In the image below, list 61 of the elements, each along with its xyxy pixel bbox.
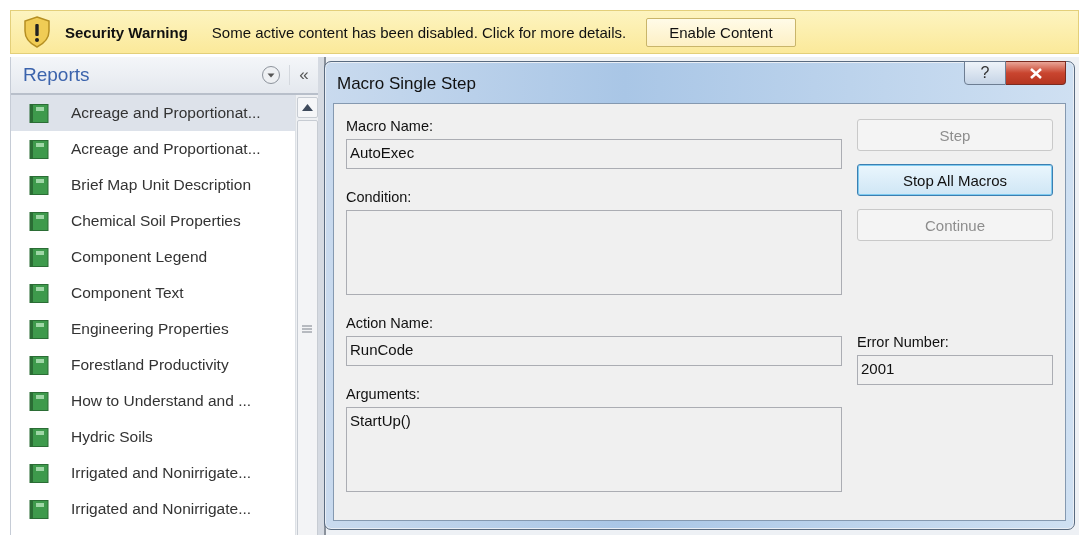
- dialog-button[interactable]: Stop All Macros: [857, 164, 1053, 196]
- scroll-up-button[interactable]: [296, 97, 318, 118]
- field-label: Arguments:: [346, 386, 422, 402]
- report-icon: [29, 463, 49, 483]
- close-button[interactable]: [1006, 61, 1066, 85]
- report-icon: [29, 391, 49, 411]
- report-icon: [29, 355, 49, 375]
- input-field[interactable]: 2001: [857, 355, 1053, 385]
- warning-shield-icon: [23, 16, 51, 48]
- report-label: Engineering Properties: [71, 320, 229, 338]
- close-icon: [1028, 67, 1043, 79]
- report-icon: [29, 499, 49, 519]
- report-item[interactable]: Forestland Productivity: [11, 347, 295, 383]
- report-icon: [29, 175, 49, 195]
- dropdown-icon[interactable]: [261, 65, 281, 85]
- report-icon: [29, 283, 49, 303]
- report-item[interactable]: Engineering Properties: [11, 311, 295, 347]
- input-field[interactable]: RunCode: [346, 336, 842, 366]
- enable-content-button[interactable]: Enable Content: [646, 17, 796, 47]
- report-item[interactable]: Hydric Soils: [11, 419, 295, 455]
- field-label: Condition:: [346, 189, 413, 205]
- up-arrow-icon: [301, 104, 313, 111]
- report-label: How to Understand and ...: [71, 392, 252, 410]
- pane-title: Reports: [23, 64, 91, 86]
- field-label: Error Number:: [857, 334, 950, 350]
- report-item[interactable]: Acreage and Proportionat...: [11, 131, 295, 167]
- report-item[interactable]: Brief Map Unit Description: [11, 167, 295, 203]
- field-label: Macro Name:: [346, 118, 435, 134]
- report-label: Chemical Soil Properties: [71, 212, 241, 230]
- report-label: Acreage and Proportionat...: [71, 140, 261, 158]
- report-icon: [29, 139, 49, 159]
- report-icon: [29, 319, 49, 339]
- report-icon: [29, 247, 49, 267]
- warning-title: Security Warning: [65, 23, 188, 41]
- report-label: Hydric Soils: [71, 428, 153, 446]
- report-label: Irrigated and Nonirrigate...: [71, 464, 252, 482]
- scrollbar-thumb[interactable]: [296, 120, 318, 535]
- dialog-title: Macro Single Step: [337, 74, 477, 94]
- help-button[interactable]: ?: [964, 61, 1006, 85]
- input-field[interactable]: AutoExec: [346, 139, 842, 169]
- report-icon: [29, 427, 49, 447]
- report-item[interactable]: Irrigated and Nonirrigate...: [11, 491, 295, 527]
- text-area[interactable]: [346, 210, 842, 295]
- report-icon: [29, 103, 49, 123]
- report-item[interactable]: Component Text: [11, 275, 295, 311]
- report-label: Brief Map Unit Description: [71, 176, 252, 194]
- report-item[interactable]: Chemical Soil Properties: [11, 203, 295, 239]
- report-label: Component Text: [71, 284, 184, 302]
- report-item[interactable]: Component Legend: [11, 239, 295, 275]
- report-label: Forestland Productivity: [71, 356, 229, 374]
- report-item[interactable]: Acreage and Proportionat...: [11, 95, 295, 131]
- warning-message[interactable]: Some active content has been disabled. Click for more details.: [211, 23, 627, 41]
- report-icon: [29, 211, 49, 231]
- report-label: Irrigated and Nonirrigate...: [71, 500, 252, 518]
- field-label: Action Name:: [346, 315, 435, 331]
- report-label: Component Legend: [71, 248, 208, 266]
- report-label: Acreage and Proportionat...: [71, 104, 261, 122]
- report-item[interactable]: Irrigated and Nonirrigate...: [11, 455, 295, 491]
- report-item[interactable]: How to Understand and ...: [11, 383, 295, 419]
- grip-icon: [302, 324, 312, 333]
- text-area[interactable]: StartUp(): [346, 407, 842, 492]
